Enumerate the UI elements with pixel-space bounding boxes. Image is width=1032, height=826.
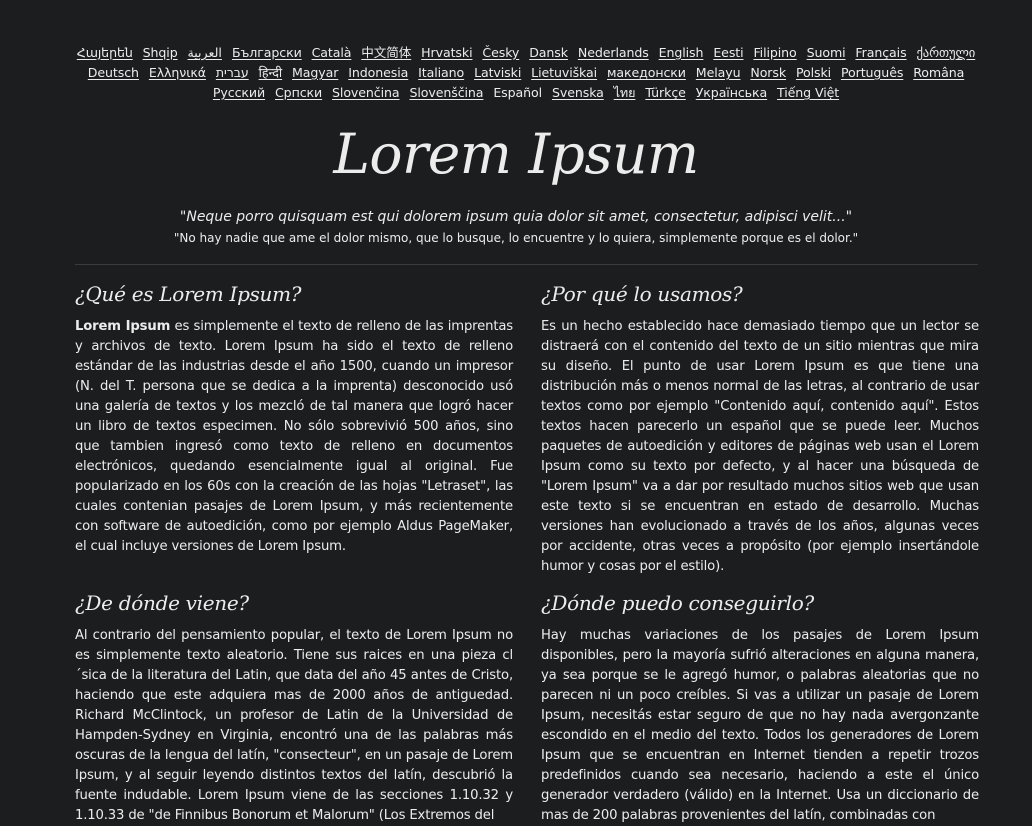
language-link[interactable]: Português: [841, 65, 903, 80]
language-link[interactable]: 中文简体: [361, 45, 411, 60]
section-why: ¿Por qué lo usamos? Es un hecho establec…: [541, 279, 979, 577]
language-link[interactable]: Tiếng Việt: [777, 85, 839, 100]
language-link[interactable]: Հայերեն: [77, 45, 133, 60]
language-link[interactable]: Nederlands: [578, 45, 649, 60]
section-body: Lorem Ipsum es simplemente el texto de r…: [75, 317, 513, 557]
language-link: Español: [493, 85, 543, 100]
section-text: es simplemente el texto de relleno de la…: [75, 319, 513, 554]
language-link[interactable]: Türkçe: [645, 85, 686, 100]
page-title: Lorem Ipsum: [333, 122, 699, 186]
section-heading: ¿De dónde viene?: [75, 591, 249, 615]
section-where-get: ¿Dónde puedo conseguirlo? Hay muchas var…: [541, 588, 979, 826]
language-link[interactable]: Româna: [913, 65, 964, 80]
language-link[interactable]: Slovenčina: [332, 85, 400, 100]
language-link[interactable]: Filipino: [753, 45, 796, 60]
language-link[interactable]: Shqip: [143, 45, 178, 60]
language-link[interactable]: עברית: [216, 65, 249, 80]
section-body: Es un hecho establecido hace demasiado t…: [541, 319, 979, 574]
language-link[interactable]: Pyccкий: [213, 85, 265, 100]
language-link[interactable]: Hrvatski: [421, 45, 472, 60]
section-body: Hay muchas variaciones de los pasajes de…: [541, 628, 979, 823]
language-link[interactable]: العربية: [188, 45, 223, 60]
language-link[interactable]: македонски: [607, 65, 686, 80]
language-link[interactable]: Français: [855, 45, 906, 60]
language-link[interactable]: English: [659, 45, 704, 60]
language-link[interactable]: Italiano: [418, 65, 464, 80]
language-link[interactable]: Česky: [482, 45, 519, 60]
language-link[interactable]: Melayu: [696, 65, 741, 80]
language-link[interactable]: ქართული: [916, 45, 975, 60]
language-selector: Հայերեն Shqip العربية Български Català 中…: [66, 43, 986, 103]
language-link[interactable]: Dansk: [529, 45, 568, 60]
language-link[interactable]: Norsk: [750, 65, 786, 80]
language-link[interactable]: Català: [312, 45, 352, 60]
page: Հայերեն Shqip العربية Български Català 中…: [0, 0, 1032, 826]
quote-translation: "No hay nadie que ame el dolor mismo, qu…: [173, 231, 859, 245]
language-link[interactable]: Magyar: [292, 65, 338, 80]
section-heading: ¿Dónde puedo conseguirlo?: [541, 591, 814, 615]
latin-quote: "Neque porro quisquam est qui dolorem ip…: [179, 209, 853, 225]
language-link[interactable]: Deutsch: [88, 65, 139, 80]
section-body: Al contrario del pensamiento popular, el…: [75, 628, 513, 823]
section-where-from: ¿De dónde viene? Al contrario del pensam…: [75, 588, 513, 826]
section-heading: ¿Por qué lo usamos?: [541, 282, 743, 306]
language-link[interactable]: Lietuviškai: [531, 65, 597, 80]
language-link[interactable]: ไทย: [614, 85, 636, 100]
section-heading: ¿Qué es Lorem Ipsum?: [75, 282, 302, 306]
language-link[interactable]: Српски: [275, 85, 322, 100]
language-link[interactable]: Svenska: [552, 85, 604, 100]
language-link[interactable]: Українська: [696, 85, 768, 100]
language-link[interactable]: Slovenščina: [409, 85, 483, 100]
language-link[interactable]: Indonesia: [348, 65, 408, 80]
language-link[interactable]: Suomi: [807, 45, 846, 60]
language-link[interactable]: Ελληνικά: [149, 65, 206, 80]
language-link[interactable]: Eesti: [713, 45, 743, 60]
language-link[interactable]: Latviski: [474, 65, 521, 80]
language-link[interactable]: हिन्दी: [259, 65, 283, 80]
lead-term: Lorem Ipsum: [75, 319, 171, 334]
header-divider: [75, 264, 978, 265]
language-link[interactable]: Български: [232, 45, 302, 60]
language-link[interactable]: Polski: [796, 65, 831, 80]
section-what-is: ¿Qué es Lorem Ipsum? Lorem Ipsum es simp…: [75, 279, 513, 557]
